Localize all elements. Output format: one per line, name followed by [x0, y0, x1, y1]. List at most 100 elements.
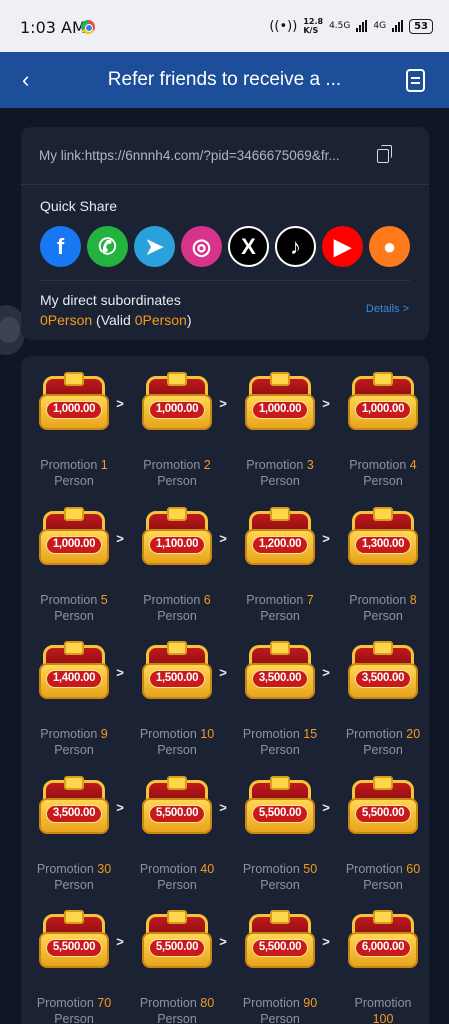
promotion-label: Promotion 40 Person: [139, 861, 215, 892]
link-row: My link:https://6nnnh4.com/?pid=34666750…: [21, 127, 429, 185]
treasure-chest-icon: 1,000.00: [245, 372, 315, 436]
reward-amount: 1,000.00: [46, 535, 102, 554]
treasure-chest-icon: 5,500.00: [348, 775, 418, 840]
tiktok-icon[interactable]: ♪: [275, 226, 316, 267]
promotion-label: Promotion 60 Person: [345, 861, 421, 892]
reward-amount: 5,500.00: [252, 939, 308, 957]
subordinates-label: My direct subordinates: [40, 292, 181, 308]
app-header: ‹ Refer friends to receive a ...: [0, 52, 449, 108]
reward-amount: 1,200.00: [252, 535, 308, 554]
reward-item: 1,000.00 Promotion 1 Person: [24, 372, 124, 489]
treasure-chest-icon: 1,000.00: [142, 372, 212, 436]
clock: 1:03 AM: [20, 18, 86, 37]
treasure-chest-icon: 5,500.00: [142, 910, 212, 974]
referral-link: My link:https://6nnnh4.com/?pid=34666750…: [39, 148, 340, 163]
rewards-grid: 1,000.00 Promotion 1 Person 1,000.00 Promoti…: [21, 372, 429, 1024]
reward-amount: 1,000.00: [46, 401, 102, 419]
treasure-chest-icon: 1,400.00: [39, 641, 109, 705]
signal-icon: [356, 20, 368, 32]
promotion-label: Promotion 90 Person: [242, 996, 318, 1024]
chevron-right-icon: >: [219, 530, 227, 546]
reward-item: 3,500.00 Promotion 15 Person: [230, 641, 330, 758]
reward-row: 5,500.00 Promotion 70 Person 5,500.00 Promot…: [21, 910, 429, 1024]
chevron-right-icon: >: [219, 396, 227, 411]
treasure-chest-icon: 5,500.00: [245, 775, 315, 840]
reward-item: 1,200.00 Promotion 7 Person: [230, 506, 330, 624]
reward-amount: 1,000.00: [149, 401, 205, 419]
page-title: Refer friends to receive a ...: [107, 69, 342, 90]
treasure-chest-icon: 1,300.00: [348, 506, 418, 571]
treasure-chest-icon: 1,000.00: [348, 372, 418, 436]
kwai-icon[interactable]: ●: [369, 226, 410, 267]
chevron-right-icon: >: [219, 934, 227, 949]
copy-icon[interactable]: [377, 145, 392, 163]
youtube-icon[interactable]: ▶: [322, 226, 363, 267]
promotion-label: Promotion 10 Person: [139, 727, 215, 757]
treasure-chest-icon: 6,000.00: [348, 910, 418, 974]
reward-item: 6,000.00 Promotion 100Person: [333, 910, 433, 1024]
reward-item: 1,000.00 Promotion 3 Person: [230, 372, 330, 489]
reward-item: 1,000.00 Promotion 4 Person: [333, 372, 433, 489]
reward-item: 3,500.00 Promotion 30 Person: [24, 775, 124, 893]
reward-row: 1,000.00 Promotion 5 Person 1,100.00 Promoti…: [21, 506, 429, 644]
reward-item: 5,500.00 Promotion 60 Person: [333, 775, 433, 893]
reward-amount: 1,000.00: [252, 401, 308, 419]
promotion-label: Promotion 30 Person: [36, 861, 112, 892]
treasure-chest-icon: 3,500.00: [348, 641, 418, 705]
promotion-label: Promotion 50 Person: [242, 861, 318, 892]
promotion-label: Promotion 6 Person: [143, 592, 211, 623]
reward-row: 1,400.00 Promotion 9 Person 1,500.00 Promoti…: [21, 641, 429, 778]
whatsapp-icon[interactable]: ✆: [87, 226, 128, 267]
telegram-icon[interactable]: ➤: [134, 226, 175, 267]
promotion-label: Promotion 9 Person: [40, 727, 108, 757]
reward-item: 1,300.00 Promotion 8 Person: [333, 506, 433, 624]
details-link[interactable]: Details >: [366, 303, 409, 315]
status-bar: 1:03 AM ((•)) 12.8 K/S 4.5G 4G 53: [0, 0, 449, 52]
reward-amount: 6,000.00: [355, 939, 411, 957]
chevron-right-icon: >: [116, 530, 124, 546]
hotspot-icon: ((•)): [269, 18, 298, 34]
reward-amount: 3,500.00: [355, 670, 411, 688]
reward-item: 1,000.00 Promotion 2 Person: [127, 372, 227, 489]
promotion-label: Promotion 20 Person: [345, 727, 421, 757]
reward-amount: 1,400.00: [46, 670, 102, 688]
treasure-chest-icon: 1,200.00: [245, 506, 315, 571]
reward-item: 5,500.00 Promotion 50 Person: [230, 775, 330, 893]
reward-amount: 5,500.00: [149, 804, 205, 823]
promotion-label: Promotion 1 Person: [40, 458, 108, 488]
network-type-1: 4.5G: [329, 21, 351, 31]
treasure-chest-icon: 5,500.00: [39, 910, 109, 974]
promotion-label: Promotion 5 Person: [40, 592, 108, 623]
facebook-icon[interactable]: f: [40, 226, 81, 267]
treasure-chest-icon: 1,000.00: [39, 372, 109, 436]
reward-amount: 1,000.00: [355, 401, 411, 419]
promotion-label: Promotion 15 Person: [242, 727, 318, 757]
reward-item: 1,000.00 Promotion 5 Person: [24, 506, 124, 624]
chevron-right-icon: >: [322, 530, 330, 546]
reward-amount: 5,500.00: [46, 939, 102, 957]
reward-item: 5,500.00 Promotion 70 Person: [24, 910, 124, 1024]
quick-share-label: Quick Share: [40, 198, 118, 214]
chevron-right-icon: >: [322, 396, 330, 411]
reward-amount: 5,500.00: [355, 804, 411, 823]
subordinates-count: 0Person (Valid 0Person): [40, 312, 192, 328]
reward-row: 1,000.00 Promotion 1 Person 1,000.00 Promoti…: [21, 372, 429, 509]
chevron-right-icon: >: [116, 799, 124, 815]
rewards-card: 1,000.00 Promotion 1 Person 1,000.00 Promoti…: [21, 356, 429, 1024]
back-arrow-icon[interactable]: ‹: [22, 67, 29, 93]
treasure-chest-icon: 3,500.00: [39, 775, 109, 840]
treasure-chest-icon: 1,500.00: [142, 641, 212, 705]
signal-icon-2: [392, 20, 404, 32]
reward-amount: 3,500.00: [46, 804, 102, 823]
x-icon[interactable]: X: [228, 226, 269, 267]
instagram-icon[interactable]: ◎: [181, 226, 222, 267]
promotion-label: Promotion 7 Person: [246, 592, 314, 623]
treasure-chest-icon: 5,500.00: [142, 775, 212, 840]
chevron-right-icon: >: [116, 665, 124, 680]
divider: [40, 280, 410, 281]
promotion-label: Promotion 80 Person: [139, 996, 215, 1024]
document-icon[interactable]: [406, 69, 425, 92]
chevron-right-icon: >: [322, 934, 330, 949]
promotion-label: Promotion 70 Person: [36, 996, 112, 1024]
reward-item: 3,500.00 Promotion 20 Person: [333, 641, 433, 758]
